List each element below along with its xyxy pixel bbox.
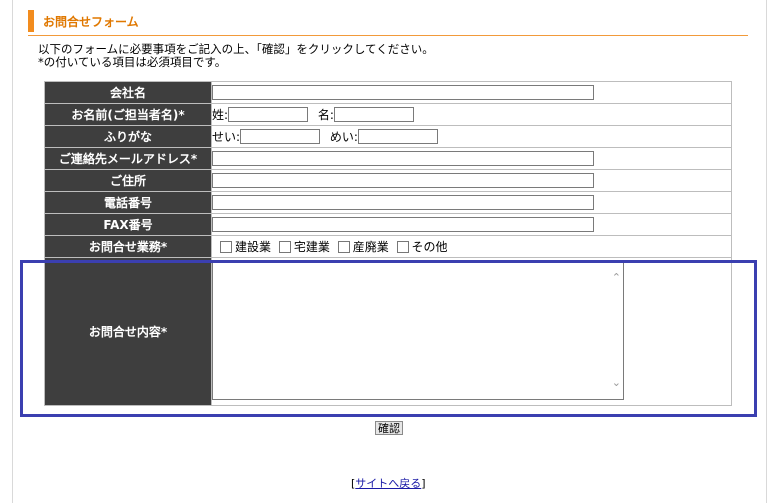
page-title: お問合せフォーム [43,15,139,29]
furigana-sei-label: せい: [212,130,241,144]
row-name: お名前(ご担当者名)* 姓: 名: [44,103,732,126]
business-option-other: その他 [411,240,448,254]
title-accent-bar [28,10,34,32]
business-checkbox-construction[interactable] [220,240,232,253]
furigana-label: ふりがな [44,125,212,148]
business-option-realestate: 宅建業 [293,240,330,254]
name-mei-label: 名: [317,108,334,122]
back-to-site-link[interactable]: サイトへ戻る [355,477,421,490]
email-label: ご連絡先メールアドレス* [44,147,212,170]
back-link-close-bracket: ] [421,477,426,490]
name-label: お名前(ご担当者名)* [44,103,212,126]
phone-label: 電話番号 [44,191,212,214]
page-left-border [12,0,13,503]
page-right-border [766,0,767,503]
intro-line-2: *の付いている項目は必須項目です。 [38,55,227,69]
company-input[interactable] [212,85,594,100]
section-title-bar: お問合せフォーム [28,10,748,36]
row-company: 会社名 [44,81,732,104]
furigana-mei-label: めい: [329,130,358,144]
intro-text: 以下のフォームに必要事項をご記入の上、「確認」をクリックしてください。 *の付い… [38,43,434,69]
email-input[interactable] [212,151,594,166]
business-checkbox-other[interactable] [396,240,409,253]
furigana-mei-input[interactable] [357,129,438,144]
business-option-waste: 産廃業 [352,240,389,254]
back-link-container: [サイトへ戻る] [351,475,426,491]
row-fax: FAX番号 [44,213,732,236]
row-business: お問合せ業務* 建設業 宅建業 産廃業 その他 [44,235,732,258]
phone-input[interactable] [212,195,594,210]
address-input[interactable] [212,173,594,188]
business-checkbox-realestate[interactable] [278,240,291,253]
confirm-button[interactable]: 確認 [375,421,403,435]
row-phone: 電話番号 [44,191,732,214]
name-sei-label: 姓: [212,108,229,122]
business-option-construction: 建設業 [235,240,272,254]
fax-label: FAX番号 [44,213,212,236]
row-email: ご連絡先メールアドレス* [44,147,732,170]
row-address: ご住所 [44,169,732,192]
business-checkbox-waste[interactable] [337,240,350,253]
company-label: 会社名 [44,81,212,104]
furigana-sei-input[interactable] [240,129,321,144]
inquiry-highlight-box [20,260,757,417]
name-sei-input[interactable] [228,107,309,122]
fax-input[interactable] [212,217,594,232]
name-mei-input[interactable] [333,107,414,122]
row-furigana: ふりがな せい: めい: [44,125,732,148]
address-label: ご住所 [44,169,212,192]
business-label: お問合せ業務* [44,235,212,258]
